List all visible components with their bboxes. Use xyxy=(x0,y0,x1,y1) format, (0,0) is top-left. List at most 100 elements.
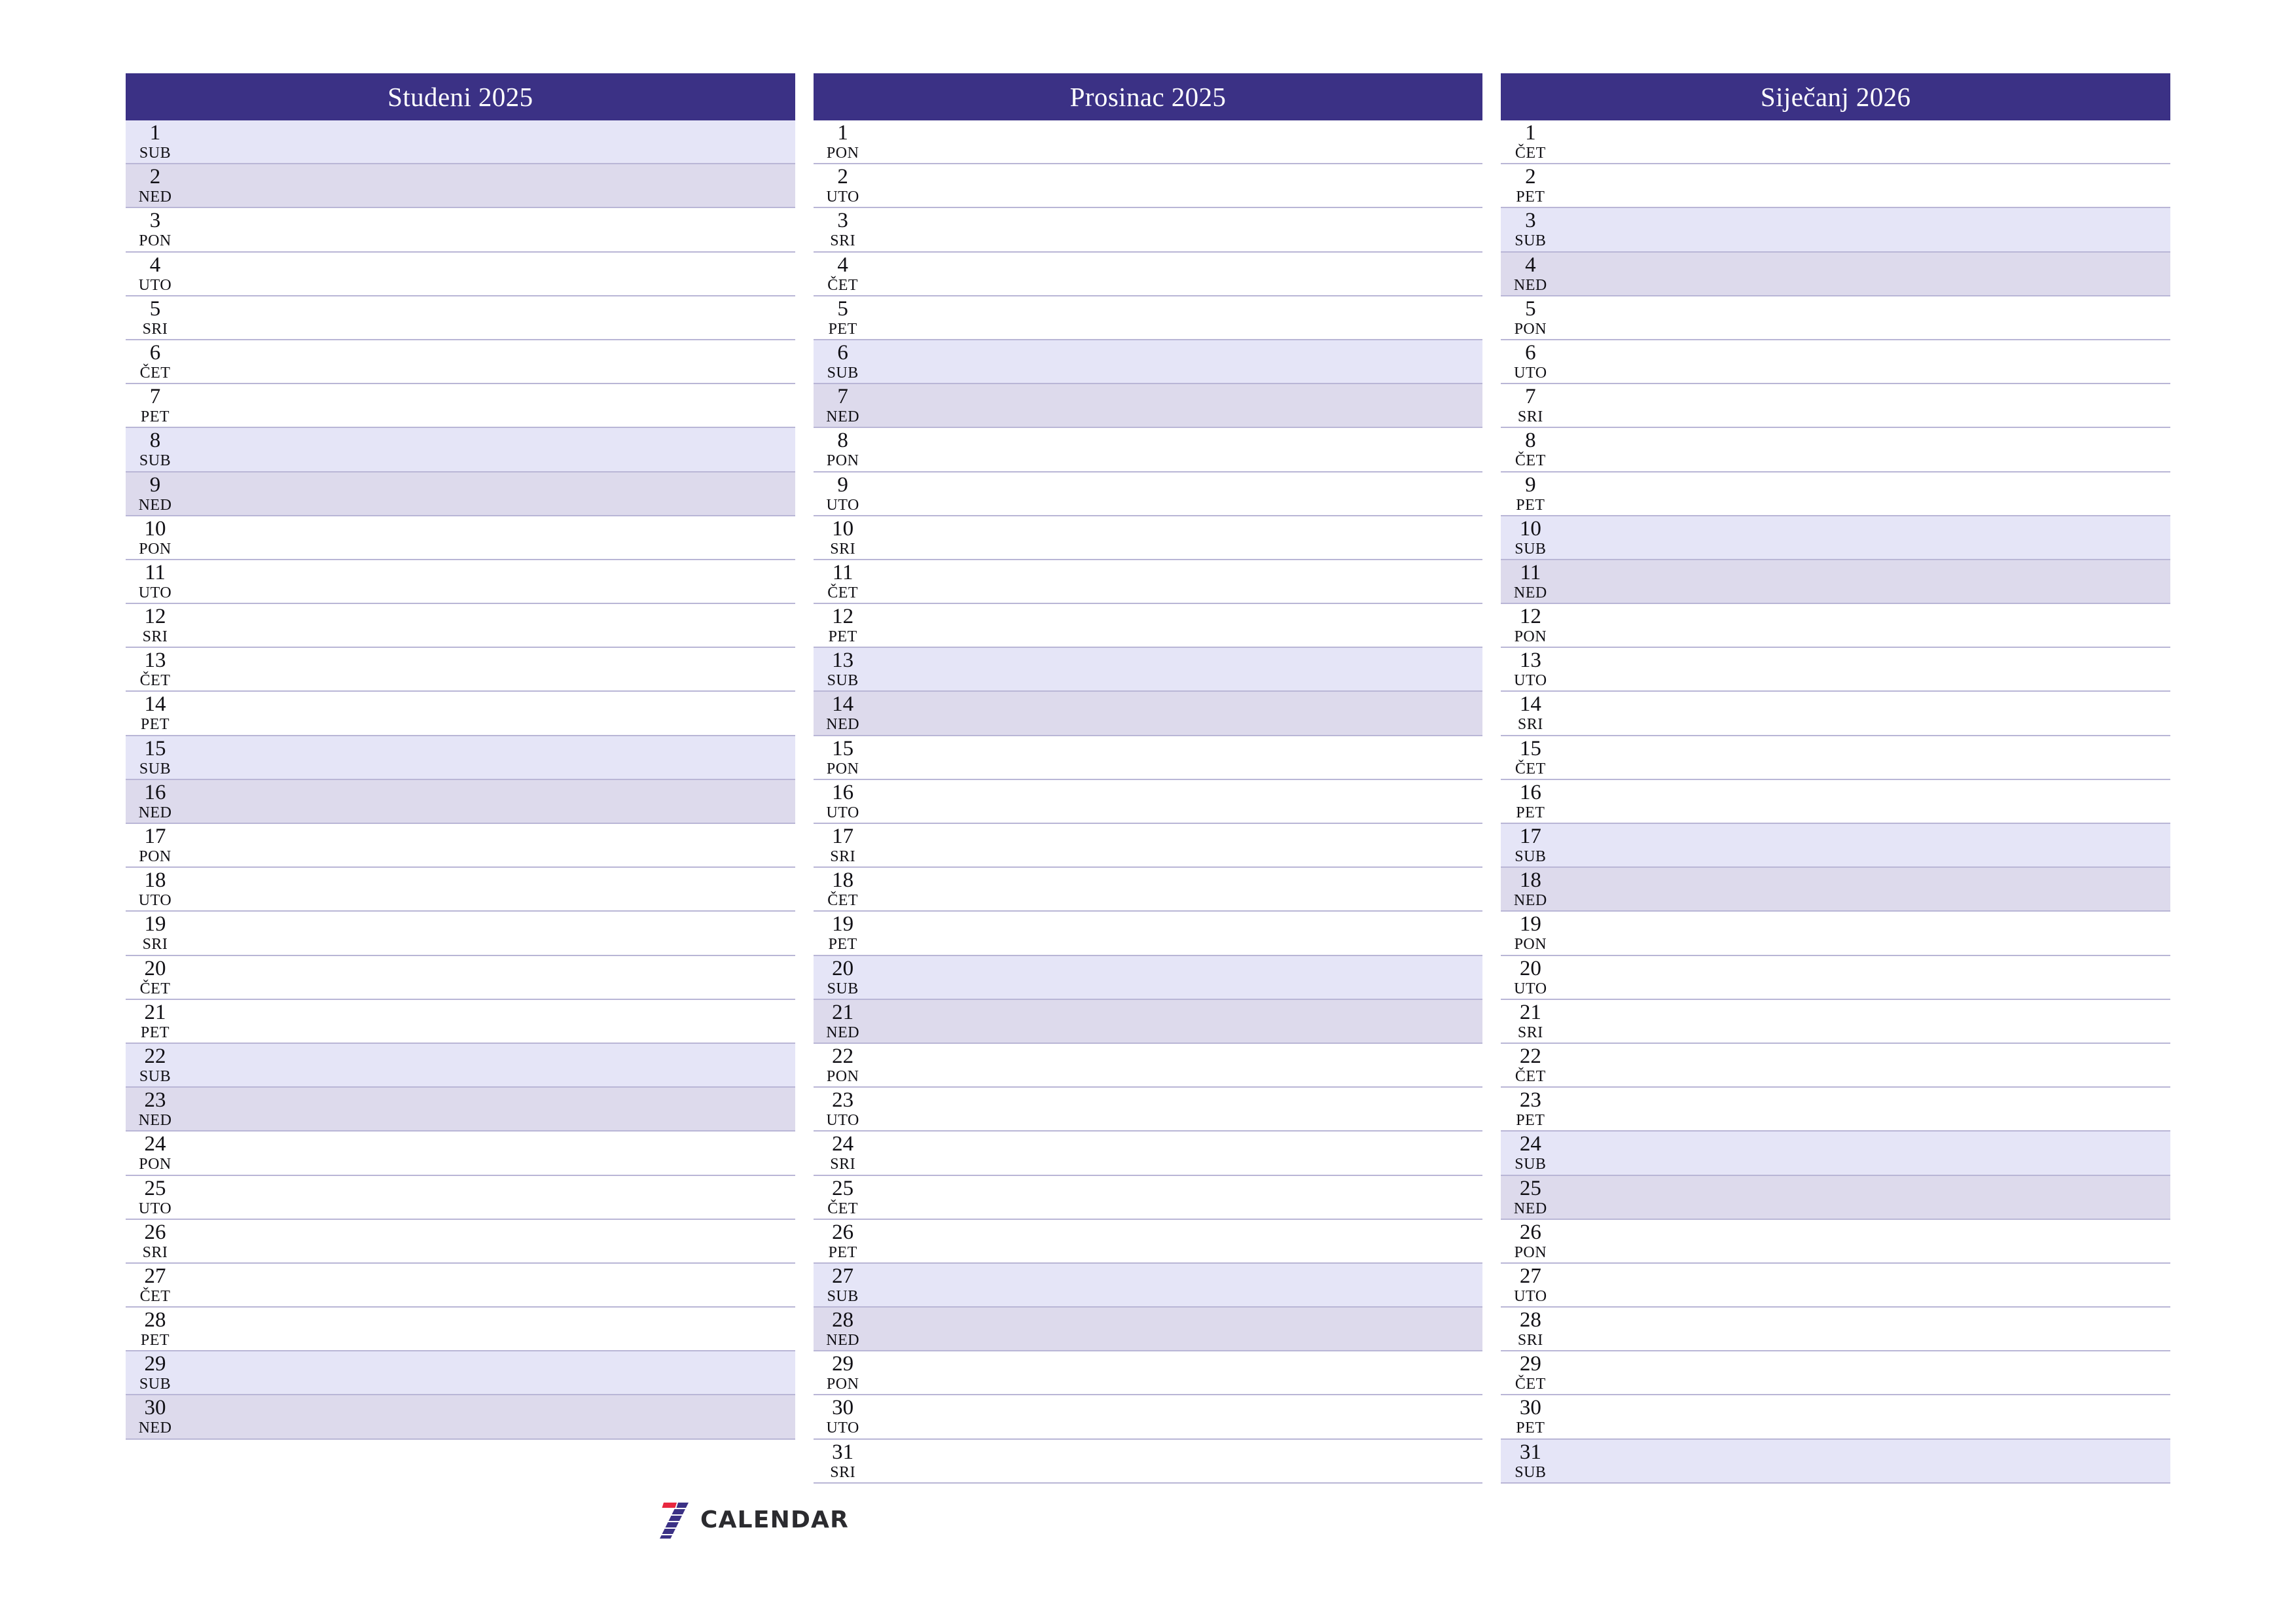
day-row[interactable]: 19 SRI xyxy=(126,912,795,956)
day-row[interactable]: 27 SUB xyxy=(813,1263,1483,1308)
day-row[interactable]: 30 PET xyxy=(1501,1395,2171,1440)
day-row[interactable]: 4 NED xyxy=(1501,252,2171,296)
day-row[interactable]: 11 NED xyxy=(1501,560,2171,605)
day-row[interactable]: 23 PET xyxy=(1501,1088,2171,1132)
day-row[interactable]: 25 NED xyxy=(1501,1175,2171,1220)
day-row[interactable]: 16 UTO xyxy=(813,779,1483,824)
day-row[interactable]: 3 PON xyxy=(126,208,795,253)
day-row[interactable]: 4 ČET xyxy=(813,252,1483,296)
day-row[interactable]: 28 NED xyxy=(813,1308,1483,1352)
day-row[interactable]: 26 PON xyxy=(1501,1219,2171,1264)
day-row[interactable]: 13 ČET xyxy=(126,648,795,692)
day-number: 31 xyxy=(1519,1440,1541,1464)
day-row[interactable]: 10 PON xyxy=(126,516,795,560)
day-row[interactable]: 19 PON xyxy=(1501,912,2171,956)
day-row[interactable]: 8 ČET xyxy=(1501,428,2171,473)
day-row[interactable]: 28 SRI xyxy=(1501,1308,2171,1352)
day-of-week-label: SUB xyxy=(139,1376,171,1393)
day-row[interactable]: 6 ČET xyxy=(126,340,795,385)
day-row[interactable]: 9 NED xyxy=(126,472,795,516)
day-row[interactable]: 5 PON xyxy=(1501,296,2171,340)
day-row[interactable]: 1 ČET xyxy=(1501,120,2171,165)
day-row[interactable]: 4 UTO xyxy=(126,252,795,296)
day-row[interactable]: 18 NED xyxy=(1501,868,2171,912)
day-row[interactable]: 8 SUB xyxy=(126,428,795,473)
day-row[interactable]: 5 SRI xyxy=(126,296,795,340)
day-row[interactable]: 26 PET xyxy=(813,1219,1483,1264)
day-row[interactable]: 13 SUB xyxy=(813,648,1483,692)
day-row[interactable]: 24 PON xyxy=(126,1132,795,1176)
day-row[interactable]: 2 UTO xyxy=(813,164,1483,209)
day-row[interactable]: 3 SRI xyxy=(813,208,1483,253)
day-row[interactable]: 15 PON xyxy=(813,736,1483,780)
day-row[interactable]: 30 UTO xyxy=(813,1395,1483,1440)
day-row[interactable]: 23 NED xyxy=(126,1088,795,1132)
day-row[interactable]: 18 ČET xyxy=(813,868,1483,912)
day-row[interactable]: 17 PON xyxy=(126,824,795,868)
day-row[interactable]: 20 SUB xyxy=(813,955,1483,1000)
day-list: 1 PON 2 UTO 3 SRI 4 ČET 5 PET 6 SUB 7 NED 8 PON 9 UTO 10 SR… xyxy=(813,120,1483,1550)
day-of-week-label: NED xyxy=(1513,892,1547,910)
day-row[interactable]: 10 SUB xyxy=(1501,516,2171,560)
day-row[interactable]: 11 UTO xyxy=(126,560,795,605)
day-row[interactable]: 13 UTO xyxy=(1501,648,2171,692)
day-row[interactable]: 9 UTO xyxy=(813,472,1483,516)
day-row[interactable]: 30 NED xyxy=(126,1395,795,1440)
day-row[interactable]: 2 PET xyxy=(1501,164,2171,209)
day-row[interactable]: 18 UTO xyxy=(126,868,795,912)
day-row[interactable]: 27 UTO xyxy=(1501,1263,2171,1308)
day-row[interactable]: 14 PET xyxy=(126,692,795,736)
day-row[interactable]: 31 SRI xyxy=(813,1439,1483,1484)
day-row[interactable]: 29 PON xyxy=(813,1351,1483,1396)
day-row[interactable]: 12 PET xyxy=(813,604,1483,649)
day-row[interactable]: 12 SRI xyxy=(126,604,795,649)
day-row[interactable]: 3 SUB xyxy=(1501,208,2171,253)
day-row[interactable]: 16 PET xyxy=(1501,779,2171,824)
day-row[interactable]: 20 ČET xyxy=(126,955,795,1000)
day-row[interactable]: 11 ČET xyxy=(813,560,1483,605)
day-row[interactable]: 1 SUB xyxy=(126,120,795,165)
day-row[interactable]: 8 PON xyxy=(813,428,1483,473)
day-row[interactable]: 22 ČET xyxy=(1501,1043,2171,1088)
day-row[interactable]: 29 ČET xyxy=(1501,1351,2171,1396)
day-row[interactable]: 24 SUB xyxy=(1501,1132,2171,1176)
day-row[interactable]: 9 PET xyxy=(1501,472,2171,516)
day-row[interactable]: 25 UTO xyxy=(126,1175,795,1220)
day-number: 21 xyxy=(832,1000,854,1024)
day-row[interactable]: 22 SUB xyxy=(126,1043,795,1088)
day-row[interactable]: 17 SUB xyxy=(1501,824,2171,868)
day-row[interactable]: 14 NED xyxy=(813,692,1483,736)
day-row[interactable]: 17 SRI xyxy=(813,824,1483,868)
day-row[interactable]: 22 PON xyxy=(813,1043,1483,1088)
day-row[interactable]: 24 SRI xyxy=(813,1132,1483,1176)
day-row[interactable]: 15 SUB xyxy=(126,736,795,780)
day-row[interactable]: 7 NED xyxy=(813,384,1483,429)
day-row[interactable]: 28 PET xyxy=(126,1308,795,1352)
day-of-week-label: SUB xyxy=(827,1287,859,1305)
day-row[interactable]: 19 PET xyxy=(813,912,1483,956)
day-row[interactable]: 7 PET xyxy=(126,384,795,429)
day-row[interactable]: 26 SRI xyxy=(126,1219,795,1264)
day-row[interactable]: 31 SUB xyxy=(1501,1439,2171,1484)
day-row[interactable]: 21 SRI xyxy=(1501,999,2171,1044)
day-row[interactable]: 25 ČET xyxy=(813,1175,1483,1220)
day-row[interactable]: 29 SUB xyxy=(126,1351,795,1396)
day-row[interactable]: 27 ČET xyxy=(126,1263,795,1308)
day-of-week-label: SUB xyxy=(1515,540,1547,558)
day-row[interactable]: 6 SUB xyxy=(813,340,1483,385)
day-row[interactable]: 14 SRI xyxy=(1501,692,2171,736)
day-number: 22 xyxy=(144,1044,166,1068)
day-row[interactable]: 2 NED xyxy=(126,164,795,209)
day-row[interactable]: 20 UTO xyxy=(1501,955,2171,1000)
day-row[interactable]: 12 PON xyxy=(1501,604,2171,649)
day-row[interactable]: 15 ČET xyxy=(1501,736,2171,780)
day-row[interactable]: 6 UTO xyxy=(1501,340,2171,385)
day-row[interactable]: 1 PON xyxy=(813,120,1483,165)
day-row[interactable]: 5 PET xyxy=(813,296,1483,340)
day-row[interactable]: 21 NED xyxy=(813,999,1483,1044)
day-row[interactable]: 23 UTO xyxy=(813,1088,1483,1132)
day-row[interactable]: 7 SRI xyxy=(1501,384,2171,429)
day-row[interactable]: 10 SRI xyxy=(813,516,1483,560)
day-row[interactable]: 16 NED xyxy=(126,779,795,824)
day-row[interactable]: 21 PET xyxy=(126,999,795,1044)
